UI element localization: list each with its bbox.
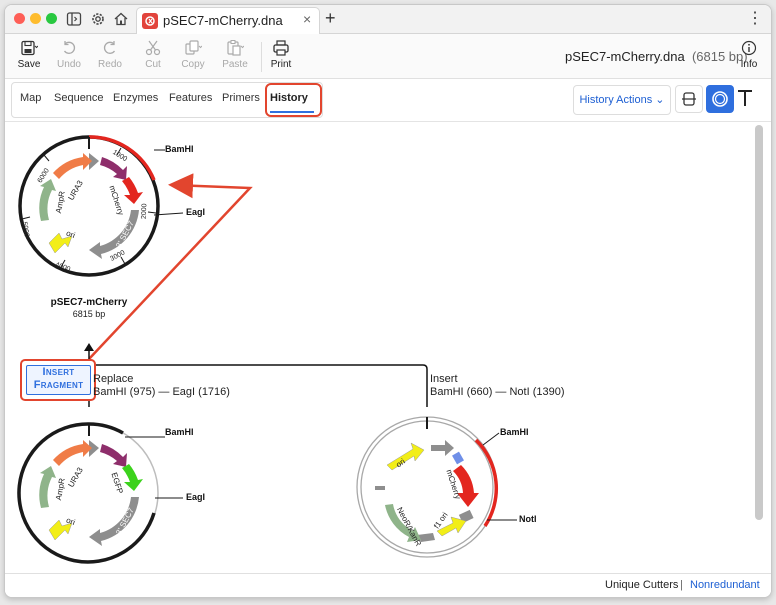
top-ura3-label: URA3 [66, 178, 85, 201]
left-egfp-feature [122, 464, 143, 491]
top-sec7-feature [89, 210, 139, 259]
top-ura3-feature [53, 153, 92, 179]
left-bamhi-label: BamHI [165, 427, 194, 437]
right-plasmid-map[interactable] [356, 416, 517, 558]
status-separator: | [680, 579, 683, 591]
insert-fragment-badge[interactable]: Insert Fragment [26, 365, 91, 395]
right-bamhi-label: BamHI [500, 427, 529, 437]
insert-fragment-line1: Insert [42, 366, 75, 378]
replace-detail: BamHI (975) — EagI (1716) [93, 386, 230, 398]
left-map-backbone-top [88, 422, 124, 435]
history-diagram: BamHI EagI 1000 2000 3000 4000 5000 6000… [17, 135, 537, 564]
insert-fragment-line2: Fragment [33, 379, 84, 391]
unique-cutters-label[interactable]: Unique Cutters [605, 579, 678, 591]
nonredundant-link[interactable]: Nonredundant [690, 579, 760, 591]
insert-title: Insert [430, 373, 458, 385]
top-bamhi-label: BamHI [165, 144, 194, 154]
right-bamhi-line [482, 432, 500, 446]
left-eagi-label: EagI [186, 492, 205, 502]
top-ampr-label: AmpR [54, 190, 67, 214]
tick-5000 [21, 216, 31, 220]
tick-2000 [147, 211, 157, 214]
status-bar: Unique Cutters | Nonredundant [5, 573, 771, 597]
right-ori-feature [386, 442, 425, 471]
top-map-name: pSEC7-mCherry [51, 297, 128, 308]
insert-fragment-highlight: Insert Fragment [20, 359, 96, 401]
left-ura3-label: URA3 [66, 465, 85, 488]
top-plasmid-map[interactable] [18, 135, 184, 277]
top-eagi-label: EagI [186, 207, 205, 217]
tick-label-1000: 1000 [111, 149, 128, 163]
tick-label-2000: 2000 [141, 203, 149, 219]
top-ampr-feature [39, 179, 56, 221]
right-tiny-grey-feature [375, 486, 385, 490]
left-egfp-label: EGFP [109, 471, 124, 494]
replace-title: Replace [93, 373, 134, 385]
right-grey-arrow-feature [431, 440, 454, 456]
top-map-length: 6815 bp [73, 309, 106, 319]
left-purple-feature [100, 444, 127, 467]
left-sec7-label: 3' SEC7 [114, 506, 136, 536]
left-plasmid-map[interactable] [17, 422, 183, 564]
left-ampr-feature [39, 466, 56, 508]
app-window: pSEC7-mCherry.dna × + ⋮ Save Undo Redo C… [4, 4, 772, 598]
top-mcherry-feature [122, 177, 143, 204]
left-ura3-feature [53, 440, 92, 466]
connector-arrowhead [84, 343, 94, 351]
top-sec7-label: 3' SEC7 [114, 219, 136, 249]
left-ampr-label: AmpR [54, 477, 67, 501]
left-sec7-feature [89, 497, 139, 546]
top-mcherry-label: mCherry [107, 184, 125, 216]
right-blue-feature [452, 451, 464, 465]
right-noti-label: NotI [519, 514, 537, 524]
insert-detail: BamHI (660) — NotI (1390) [430, 386, 565, 398]
tick-3000 [120, 256, 126, 265]
tick-6000 [43, 154, 50, 162]
tick-label-5000: 5000 [20, 221, 30, 238]
